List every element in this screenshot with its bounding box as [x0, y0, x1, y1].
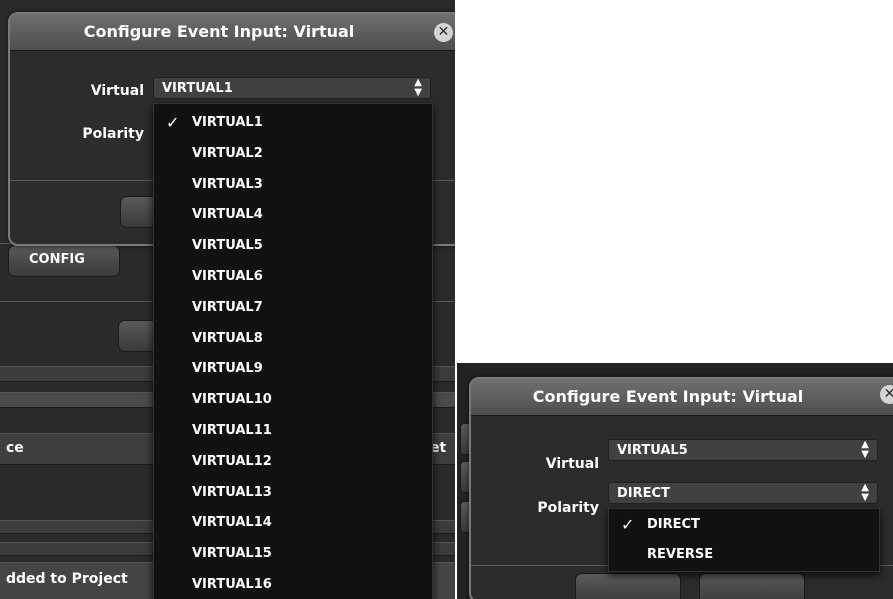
- dropdown-option[interactable]: VIRTUAL2: [154, 139, 432, 169]
- dropdown-option[interactable]: VIRTUAL3: [154, 170, 432, 200]
- dropdown-option[interactable]: ✓ DIRECT: [609, 510, 879, 540]
- config-button[interactable]: CONFIG: [8, 245, 120, 277]
- close-icon[interactable]: ✕: [434, 23, 453, 42]
- virtual-label: Virtual: [90, 83, 144, 99]
- dropdown-option[interactable]: ✓ VIRTUAL1: [154, 108, 432, 138]
- dropdown-option[interactable]: VIRTUAL11: [154, 416, 432, 446]
- dialog-title: Configure Event Input: Virtual: [10, 14, 455, 51]
- dropdown-option-label: VIRTUAL3: [192, 176, 263, 192]
- dropdown-option[interactable]: VIRTUAL5: [154, 231, 432, 261]
- left-screenshot-panel: CONFIG ce et dded to Project Configure E…: [0, 0, 455, 599]
- polarity-label: Polarity: [537, 500, 599, 516]
- dropdown-option-label: REVERSE: [647, 547, 714, 562]
- right-screenshot-panel: Configure Event Input: Virtual Virtual P…: [457, 363, 893, 599]
- dropdown-option[interactable]: VIRTUAL14: [154, 508, 432, 538]
- dropdown-option-label: DIRECT: [647, 517, 700, 532]
- dropdown-option-label: VIRTUAL11: [192, 423, 272, 438]
- dropdown-option[interactable]: VIRTUAL10: [154, 385, 432, 415]
- added-to-project-label: dded to Project: [6, 571, 128, 587]
- dropdown-option[interactable]: VIRTUAL16: [154, 570, 432, 599]
- dropdown-option[interactable]: VIRTUAL6: [154, 262, 432, 292]
- virtual-select-value: VIRTUAL1: [162, 81, 233, 96]
- check-icon: ✓: [621, 515, 635, 534]
- updown-arrows-icon: ▲ ▼: [414, 77, 422, 98]
- updown-arrows-icon: ▲ ▼: [861, 482, 869, 503]
- polarity-dropdown-menu: ✓ DIRECT REVERSE: [608, 508, 880, 572]
- dropdown-option[interactable]: VIRTUAL8: [154, 324, 432, 354]
- dropdown-option-label: VIRTUAL8: [192, 330, 263, 346]
- dropdown-option-label: VIRTUAL13: [192, 484, 272, 500]
- dropdown-option-label: VIRTUAL10: [192, 392, 272, 408]
- virtual-select[interactable]: VIRTUAL5 ▲ ▼: [608, 439, 878, 461]
- dropdown-option-label: VIRTUAL15: [192, 546, 272, 562]
- dropdown-option-label: VIRTUAL7: [192, 299, 263, 315]
- ok-button[interactable]: [575, 573, 681, 599]
- dialog-title: Configure Event Input: Virtual: [471, 379, 893, 416]
- check-icon: ✓: [166, 113, 180, 132]
- virtual-dropdown-menu: ✓ VIRTUAL1 VIRTUAL2 VIRTUAL3 VIRTUAL4 VIRTUAL…: [153, 103, 433, 599]
- polarity-select[interactable]: DIRECT ▲ ▼: [608, 482, 878, 504]
- cancel-button[interactable]: [699, 573, 805, 599]
- column-header-left: ce: [6, 440, 24, 456]
- virtual-label: Virtual: [545, 456, 599, 472]
- dropdown-option[interactable]: VIRTUAL4: [154, 200, 432, 230]
- dropdown-option-label: VIRTUAL5: [192, 238, 263, 254]
- dropdown-option-label: VIRTUAL4: [192, 207, 263, 223]
- dropdown-option[interactable]: VIRTUAL7: [154, 293, 432, 323]
- dropdown-option[interactable]: VIRTUAL13: [154, 478, 432, 508]
- dropdown-option-label: VIRTUAL9: [192, 361, 263, 377]
- dropdown-option[interactable]: VIRTUAL15: [154, 539, 432, 569]
- dropdown-option-label: VIRTUAL14: [192, 515, 272, 531]
- polarity-label: Polarity: [82, 126, 144, 142]
- dropdown-option-label: VIRTUAL2: [192, 145, 263, 161]
- close-icon[interactable]: ✕: [880, 385, 893, 404]
- dropdown-option-label: VIRTUAL1: [192, 115, 263, 130]
- dropdown-option-label: VIRTUAL12: [192, 453, 272, 469]
- dropdown-option-label: VIRTUAL6: [192, 269, 263, 284]
- dropdown-option[interactable]: REVERSE: [609, 540, 879, 570]
- updown-arrows-icon: ▲ ▼: [861, 439, 869, 460]
- polarity-select-value: DIRECT: [617, 486, 670, 501]
- virtual-select-value: VIRTUAL5: [617, 443, 688, 458]
- virtual-select[interactable]: VIRTUAL1 ▲ ▼: [153, 77, 431, 99]
- dropdown-option[interactable]: VIRTUAL9: [154, 354, 432, 384]
- dropdown-option[interactable]: VIRTUAL12: [154, 447, 432, 477]
- config-button-label: CONFIG: [29, 252, 85, 267]
- dropdown-option-label: VIRTUAL16: [192, 577, 272, 592]
